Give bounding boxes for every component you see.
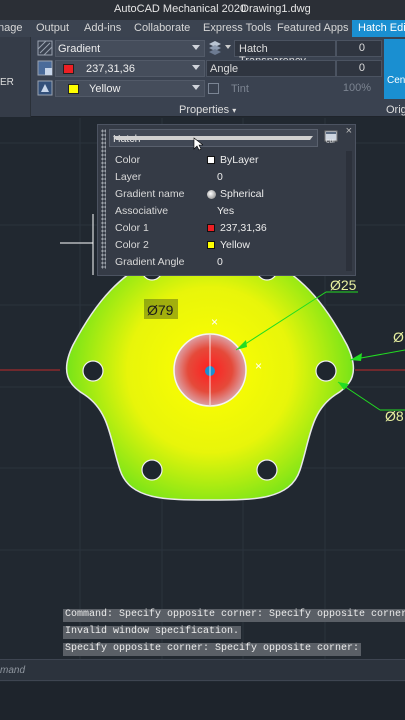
- property-row-gradient-angle[interactable]: Gradient Angle 0: [109, 253, 341, 270]
- object-type-dropdown[interactable]: Hatch: [109, 129, 318, 147]
- command-history-line: Invalid window specification.: [63, 626, 242, 639]
- command-history: Command: Specify opposite corner: Specif…: [0, 603, 405, 663]
- property-key: Color: [115, 154, 141, 166]
- property-value: Spherical: [220, 188, 264, 200]
- property-key: Associative: [115, 205, 169, 217]
- dimension-d25[interactable]: Ø25: [330, 277, 357, 293]
- mouse-pointer-icon: [193, 137, 203, 151]
- command-prompt-placeholder: mand: [0, 665, 26, 676]
- property-row-associative[interactable]: Associative Yes: [109, 202, 341, 219]
- svg-text:CUI: CUI: [326, 139, 335, 144]
- property-value: 0: [217, 256, 223, 268]
- property-row-gradient-name[interactable]: Gradient name Spherical: [109, 185, 341, 202]
- command-history-line: Command: Specify opposite corner: Specif…: [63, 609, 405, 622]
- property-key: Color 1: [115, 222, 149, 234]
- bolt-hole-bottom-left: [141, 459, 163, 481]
- property-row-layer[interactable]: Layer 0: [109, 168, 341, 185]
- property-value: ByLayer: [220, 154, 259, 166]
- cursor-x-mark: ×: [255, 359, 262, 373]
- crosshair-cursor: [60, 214, 94, 275]
- property-key: Gradient Angle: [115, 256, 185, 268]
- property-value: Yes: [217, 205, 235, 217]
- color-swatch: [207, 241, 215, 249]
- property-key: Layer: [115, 171, 142, 183]
- quick-properties-palette: Hatch CUI × Color ByLayer Layer 0 Gradie…: [97, 124, 356, 276]
- property-row-color2[interactable]: Color 2 Yellow: [109, 236, 341, 253]
- palette-scrollbar[interactable]: [346, 151, 352, 271]
- status-area: [0, 682, 405, 720]
- bolt-hole-left: [82, 360, 104, 382]
- color-swatch: [207, 156, 215, 164]
- color-swatch: [207, 224, 215, 232]
- chevron-down-icon: [113, 136, 313, 140]
- property-row-color1[interactable]: Color 1 237,31,36: [109, 219, 341, 236]
- property-value: 0: [217, 171, 223, 183]
- property-key: Color 2: [115, 239, 149, 251]
- sphere-icon: [207, 190, 216, 199]
- property-value: 237,31,36: [220, 222, 267, 234]
- command-history-line: Specify opposite corner: Specify opposit…: [63, 643, 362, 656]
- property-key: Gradient name: [115, 188, 185, 200]
- dimension-right-top[interactable]: Ø: [393, 329, 404, 345]
- bolt-hole-bottom-right: [256, 459, 278, 481]
- bolt-hole-right: [315, 360, 337, 382]
- dimension-right-bottom[interactable]: Ø8: [385, 408, 404, 424]
- palette-grip[interactable]: [101, 129, 106, 269]
- command-line-input[interactable]: mand: [0, 659, 405, 681]
- close-icon[interactable]: ×: [346, 125, 352, 137]
- property-value: Yellow: [220, 239, 250, 251]
- dimension-d79[interactable]: Ø79: [147, 302, 174, 318]
- customize-palette-icon[interactable]: CUI: [324, 130, 338, 144]
- cursor-x-mark: ×: [211, 315, 218, 329]
- property-row-color[interactable]: Color ByLayer: [109, 151, 341, 168]
